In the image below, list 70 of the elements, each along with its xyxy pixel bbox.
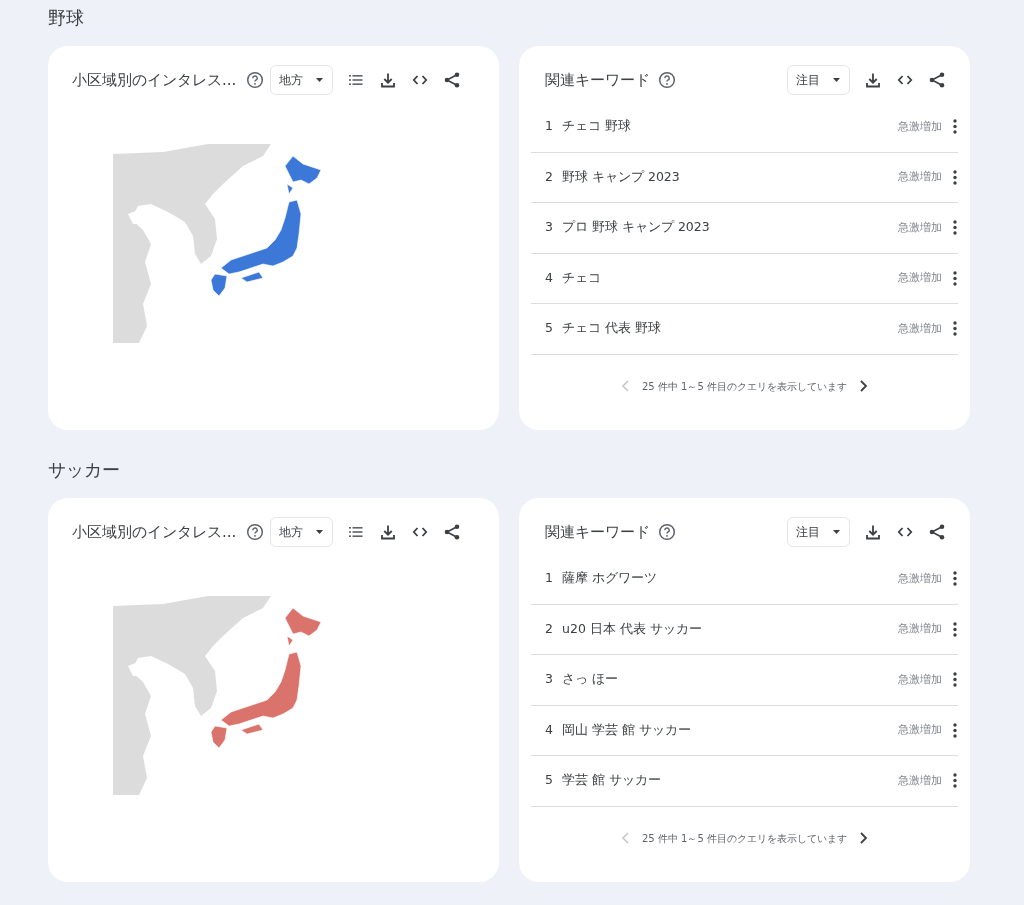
query-link[interactable]: チェコ	[562, 268, 601, 288]
rank-number: 5	[545, 319, 554, 338]
rank-number: 3	[545, 218, 554, 237]
query-link[interactable]: チェコ 代表 野球	[562, 319, 661, 339]
share-icon[interactable]	[443, 523, 462, 541]
rank-number: 3	[545, 670, 554, 689]
next-page-icon[interactable]	[859, 380, 868, 392]
card-title: 関連キーワード	[545, 69, 650, 91]
query-link[interactable]: 薩摩 ホグワーツ	[562, 569, 657, 589]
download-icon[interactable]	[379, 523, 398, 541]
more-options-icon[interactable]	[952, 320, 958, 338]
trend-label: 急激増加	[898, 169, 942, 185]
caret-icon	[832, 528, 841, 536]
trend-label: 急激増加	[898, 772, 942, 789]
rank-number: 2	[545, 619, 554, 638]
help-icon[interactable]	[246, 523, 265, 541]
help-icon[interactable]	[658, 523, 676, 541]
query-link[interactable]: 学芸 館 サッカー	[562, 771, 661, 791]
rank-number: 1	[545, 569, 554, 588]
pagination-text: 25 件中 1～5 件目のクエリを表示しています	[642, 379, 847, 394]
pagination-text: 25 件中 1～5 件目のクエリを表示しています	[642, 831, 847, 846]
query-link[interactable]: さっ ほー	[562, 670, 618, 690]
section-title: 野球	[48, 6, 85, 30]
trend-label: 急激増加	[898, 621, 942, 637]
caret-icon	[315, 76, 325, 84]
download-icon[interactable]	[864, 71, 882, 89]
share-icon[interactable]	[928, 523, 946, 541]
help-icon[interactable]	[246, 71, 265, 89]
query-link[interactable]: u20 日本 代表 サッカー	[562, 619, 702, 639]
trend-label: 急激増加	[898, 320, 942, 337]
caret-icon	[315, 528, 325, 536]
section-title: サッカー	[48, 458, 121, 482]
rank-number: 4	[545, 268, 554, 287]
card-title: 小区域別のインタレス...	[72, 69, 237, 91]
more-options-icon[interactable]	[952, 570, 958, 588]
rank-number: 5	[545, 771, 554, 790]
share-icon[interactable]	[928, 71, 946, 89]
next-page-icon[interactable]	[859, 832, 868, 844]
query-link[interactable]: チェコ 野球	[562, 117, 631, 137]
card-title: 小区域別のインタレス...	[72, 521, 237, 543]
more-options-icon[interactable]	[952, 269, 958, 287]
query-link[interactable]: プロ 野球 キャンプ 2023	[562, 218, 710, 238]
more-options-icon[interactable]	[952, 620, 958, 638]
trend-label: 急激増加	[898, 671, 942, 688]
share-icon[interactable]	[443, 71, 462, 89]
trend-label: 急激増加	[898, 118, 942, 135]
caret-icon	[832, 76, 841, 84]
region-dropdown[interactable]: 地方	[270, 517, 334, 547]
more-options-icon[interactable]	[952, 118, 958, 136]
download-icon[interactable]	[864, 523, 882, 541]
trend-label: 急激増加	[898, 570, 942, 587]
region-dropdown[interactable]: 注目	[787, 517, 850, 547]
query-link[interactable]: 岡山 学芸 館 サッカー	[562, 720, 691, 740]
region-dropdown[interactable]: 注目	[787, 65, 850, 95]
more-options-icon[interactable]	[952, 671, 958, 689]
trend-label: 急激増加	[898, 270, 942, 286]
card-title: 関連キーワード	[545, 521, 650, 543]
help-icon[interactable]	[658, 71, 676, 89]
more-options-icon[interactable]	[952, 168, 958, 186]
rank-number: 1	[545, 117, 554, 136]
rank-number: 4	[545, 720, 554, 739]
rank-number: 2	[545, 167, 554, 186]
trend-label: 急激増加	[898, 722, 942, 738]
query-link[interactable]: 野球 キャンプ 2023	[562, 167, 680, 187]
trend-label: 急激増加	[898, 219, 942, 236]
more-options-icon[interactable]	[952, 772, 958, 790]
more-options-icon[interactable]	[952, 219, 958, 237]
more-options-icon[interactable]	[952, 721, 958, 739]
download-icon[interactable]	[379, 71, 398, 89]
region-dropdown[interactable]: 地方	[270, 65, 334, 95]
